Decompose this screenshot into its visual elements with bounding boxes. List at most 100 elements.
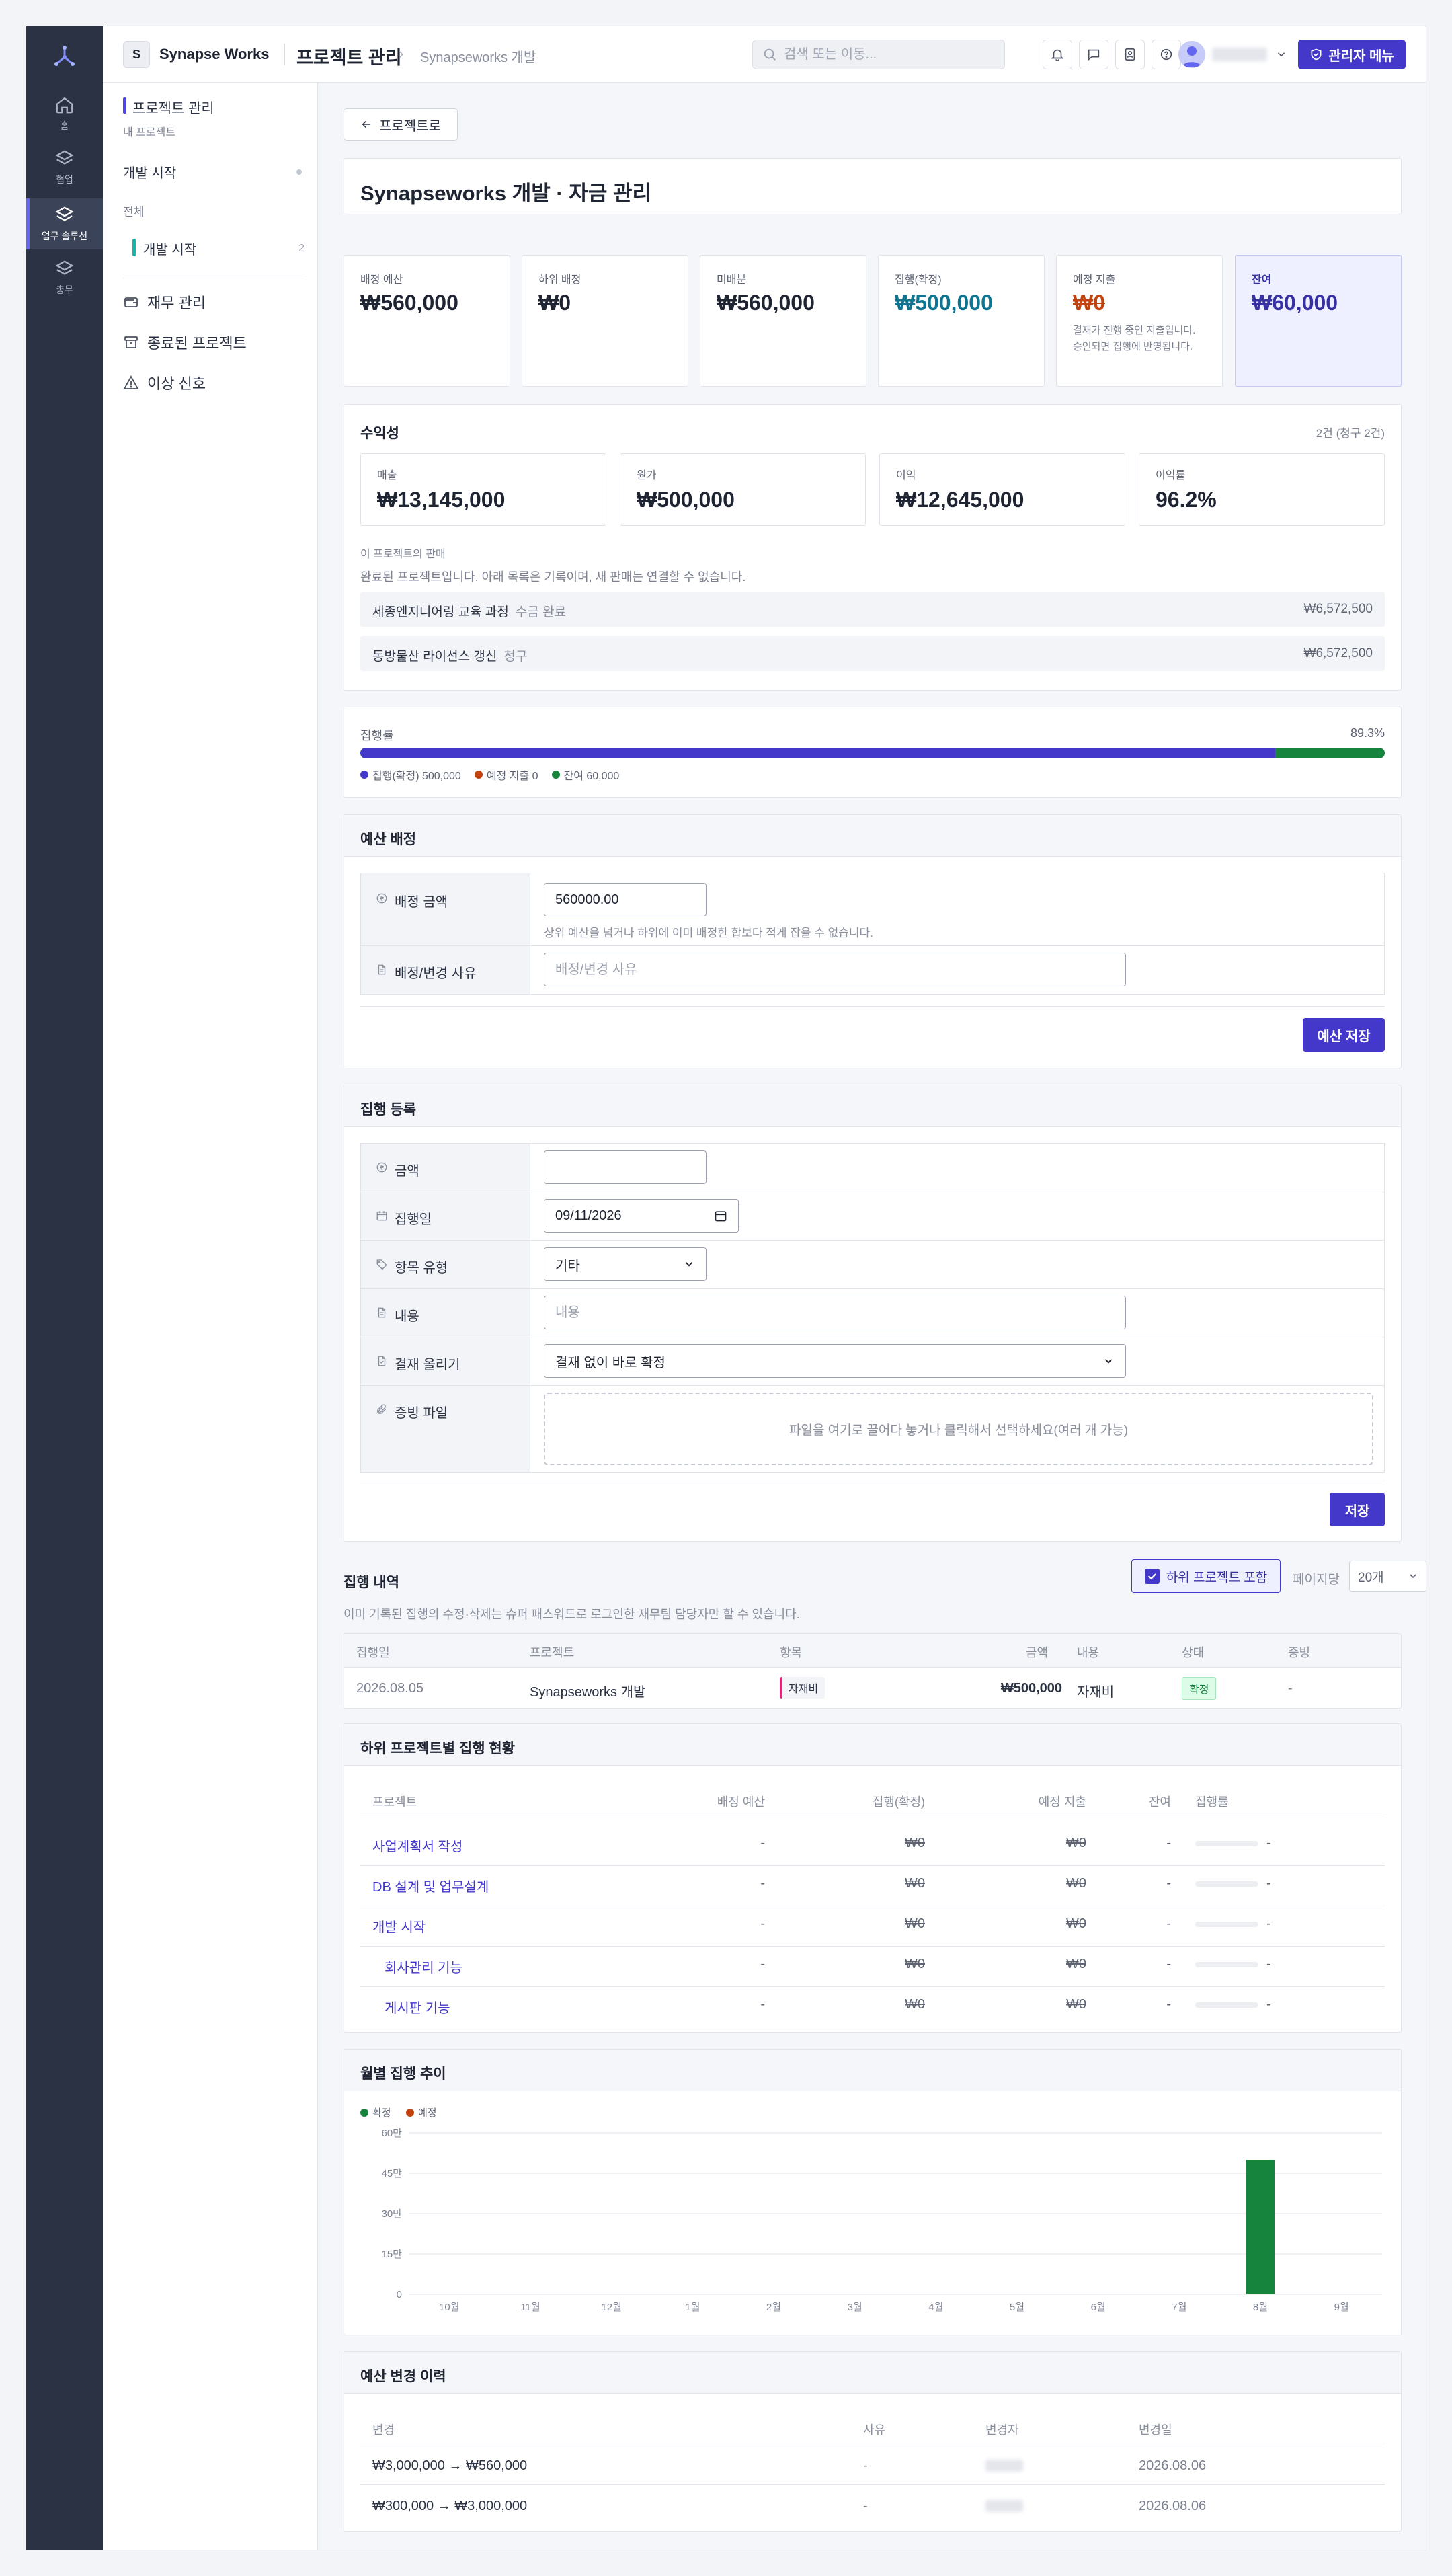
budget-amount-input[interactable] <box>544 883 707 916</box>
y-tick-label: 30만 <box>382 2208 403 2220</box>
budget-allocation-card: 예산 배정 배정 금액 상위 예산을 넘거나 하위에 이미 배정한 합보다 적게… <box>344 814 1402 1068</box>
cell-spent: ₩0 <box>905 1876 925 1891</box>
subproject-name-link[interactable]: 게시판 기능 <box>385 1997 450 2017</box>
logo-icon[interactable] <box>51 44 78 71</box>
expense-type-select[interactable]: 기타 <box>544 1247 707 1281</box>
table-header <box>344 1634 1401 1668</box>
column-header: 증빙 <box>1288 1646 1311 1660</box>
rail-item-collab[interactable]: 협업 <box>26 142 103 193</box>
save-expense-button[interactable]: 저장 <box>1330 1493 1385 1526</box>
breadcrumb[interactable]: Synapseworks 개발 <box>420 46 536 66</box>
legend-dot <box>551 771 560 779</box>
messages-button[interactable] <box>1079 40 1108 69</box>
workspace-name[interactable]: Synapse Works <box>159 46 269 63</box>
x-tick-label: 8월 <box>1253 2302 1268 2313</box>
subproject-name-link[interactable]: 개발 시작 <box>372 1916 426 1936</box>
expense-content-input[interactable] <box>544 1296 1126 1329</box>
stat-label: 하위 배정 <box>538 274 581 286</box>
field-label-text: 배정 금액 <box>395 895 448 910</box>
sidenav-link-finance[interactable]: 재무 관리 <box>123 291 206 313</box>
subproject-name-link[interactable]: 사업계획서 작성 <box>372 1836 462 1855</box>
form-row: 금액 <box>361 1144 1384 1192</box>
save-budget-button[interactable]: 예산 저장 <box>1303 1018 1385 1052</box>
checkbox[interactable] <box>1144 1569 1160 1584</box>
notifications-button[interactable] <box>1043 40 1072 69</box>
rail-item-general[interactable]: 총무 <box>26 252 103 303</box>
sidenav-item-selected[interactable]: 개발 시작 2 <box>132 239 305 258</box>
back-to-project-button[interactable]: 프로젝트로 <box>344 108 458 141</box>
subprojects-card: 하위 프로젝트별 집행 현황 프로젝트 배정 예산 집행(확정) 예정 지출 잔… <box>344 1723 1402 2033</box>
cell-planned: ₩0 <box>1066 1957 1086 1972</box>
subproject-name-link[interactable]: 회사관리 기능 <box>385 1957 462 1976</box>
cell-amount: ₩500,000 <box>1000 1681 1062 1696</box>
paperclip-icon <box>377 1404 387 1414</box>
sidenav-section-title[interactable]: 프로젝트 관리 <box>123 97 214 118</box>
x-tick-label: 5월 <box>1010 2302 1024 2313</box>
admin-menu-button[interactable]: 관리자 메뉴 <box>1298 40 1406 69</box>
search-input[interactable] <box>784 46 985 63</box>
rail-item-home[interactable]: 홈 <box>26 88 103 139</box>
cell-rate: - <box>1266 1876 1271 1891</box>
sidenav-group[interactable]: 개발 시작 <box>123 162 305 182</box>
history-date: 2026.08.06 <box>1139 2458 1207 2473</box>
per-page-label: 페이지당 <box>1293 1573 1340 1587</box>
avatar[interactable] <box>1178 41 1205 68</box>
user-name-redacted[interactable] <box>1212 48 1267 61</box>
changer-redacted <box>985 2460 1023 2472</box>
cell-planned: ₩0 <box>1066 1997 1086 2012</box>
approval-select[interactable]: 결재 없이 바로 확정 <box>544 1344 1126 1378</box>
include-sub-toggle[interactable]: 하위 프로젝트 포함 <box>1131 1559 1281 1593</box>
legend-label: 예정 지출 0 <box>486 771 538 782</box>
legend-label: 잔여 60,000 <box>563 771 620 782</box>
top-bar: S Synapse Works 프로젝트 관리 › Synapseworks 개… <box>103 26 1426 83</box>
sidenav-link-closed[interactable]: 종료된 프로젝트 <box>123 331 247 353</box>
form-row: 내용 <box>361 1289 1384 1337</box>
search-icon <box>764 48 776 61</box>
column-header: 내용 <box>1077 1646 1100 1660</box>
sidenav-subtitle: 내 프로젝트 <box>123 127 176 139</box>
cell-spent: ₩0 <box>905 1997 925 2012</box>
shield-check-icon <box>1311 48 1322 61</box>
subproject-name-link[interactable]: DB 설계 및 업무설계 <box>372 1876 489 1896</box>
stat-label: 예정 지출 <box>1073 274 1116 286</box>
budget-reason-input[interactable] <box>544 953 1126 986</box>
profit-label: 이익률 <box>1156 470 1186 481</box>
per-page-select[interactable]: 20개 <box>1349 1561 1426 1592</box>
legend-item: 잔여 60,000 <box>551 767 620 783</box>
rail-item-solutions[interactable]: 업무 솔루션 <box>26 198 103 249</box>
expense-amount-input[interactable] <box>544 1150 707 1184</box>
execution-rate-text: 89.3% <box>1350 726 1385 740</box>
search-box[interactable] <box>752 40 1005 69</box>
expense-date-input[interactable]: 09/11/2026 <box>544 1199 739 1233</box>
chevron-down-icon[interactable] <box>1275 48 1287 61</box>
rate-mini-bar <box>1195 1922 1258 1927</box>
divider <box>360 1006 1385 1007</box>
workspace-badge[interactable]: S <box>123 41 150 68</box>
contacts-button[interactable] <box>1115 40 1145 69</box>
sale-row[interactable]: 동방물산 라이선스 갱신 청구 ₩6,572,500 <box>360 636 1385 671</box>
sale-row[interactable]: 세종엔지니어링 교육 과정 수금 완료 ₩6,572,500 <box>360 592 1385 627</box>
stat-label: 집행(확정) <box>895 274 942 286</box>
execution-rate-card: 집행률 89.3% 집행(확정) 500,000 예정 지출 0 잔여 60,0… <box>344 707 1402 798</box>
sidenav-link-alerts[interactable]: 이상 신호 <box>123 372 206 393</box>
column-header: 항목 <box>780 1646 803 1660</box>
document-icon <box>378 1307 386 1318</box>
document-icon <box>378 964 386 975</box>
profitability-card: 수익성 2건 (청구 2건) 매출 ₩13,145,000 원가 ₩500,00… <box>344 404 1402 691</box>
chevron-down-icon <box>1410 1574 1416 1579</box>
divider <box>360 2484 1385 2485</box>
sidenav-filter-label[interactable]: 전체 <box>123 202 144 219</box>
sales-note: 완료된 프로젝트입니다. 아래 목록은 기록이며, 새 판매는 연결할 수 없습… <box>360 570 746 584</box>
chat-button[interactable] <box>1152 40 1181 69</box>
field-value: 기타 <box>544 1247 707 1281</box>
column-header: 변경자 <box>985 2423 1019 2437</box>
file-dropzone[interactable]: 파일을 여기로 끌어다 놓거나 클릭해서 선택하세요(여러 개 가능) <box>544 1393 1373 1465</box>
item-tag: 자재비 <box>780 1677 825 1699</box>
coin-icon <box>376 893 387 904</box>
stat-planned: 예정 지출 ₩0 결재가 진행 중인 지출입니다. 승인되면 집행에 반영됩니다… <box>1056 255 1223 387</box>
arrow-left-icon <box>362 120 370 128</box>
layers-icon <box>55 206 74 221</box>
monthly-bar-chart: 확정 예정 0 15만 30만 45만 60만 10월 11월 12월 1월 2월 3월 4월 5월 6월 7월… <box>360 2107 1382 2313</box>
section-header: 예산 배정 <box>344 815 1401 857</box>
expense-form-table: 금액 집행일 09/11/2026 항목 유형 기타 내용 내용 결재 올리기 … <box>360 1143 1385 1473</box>
